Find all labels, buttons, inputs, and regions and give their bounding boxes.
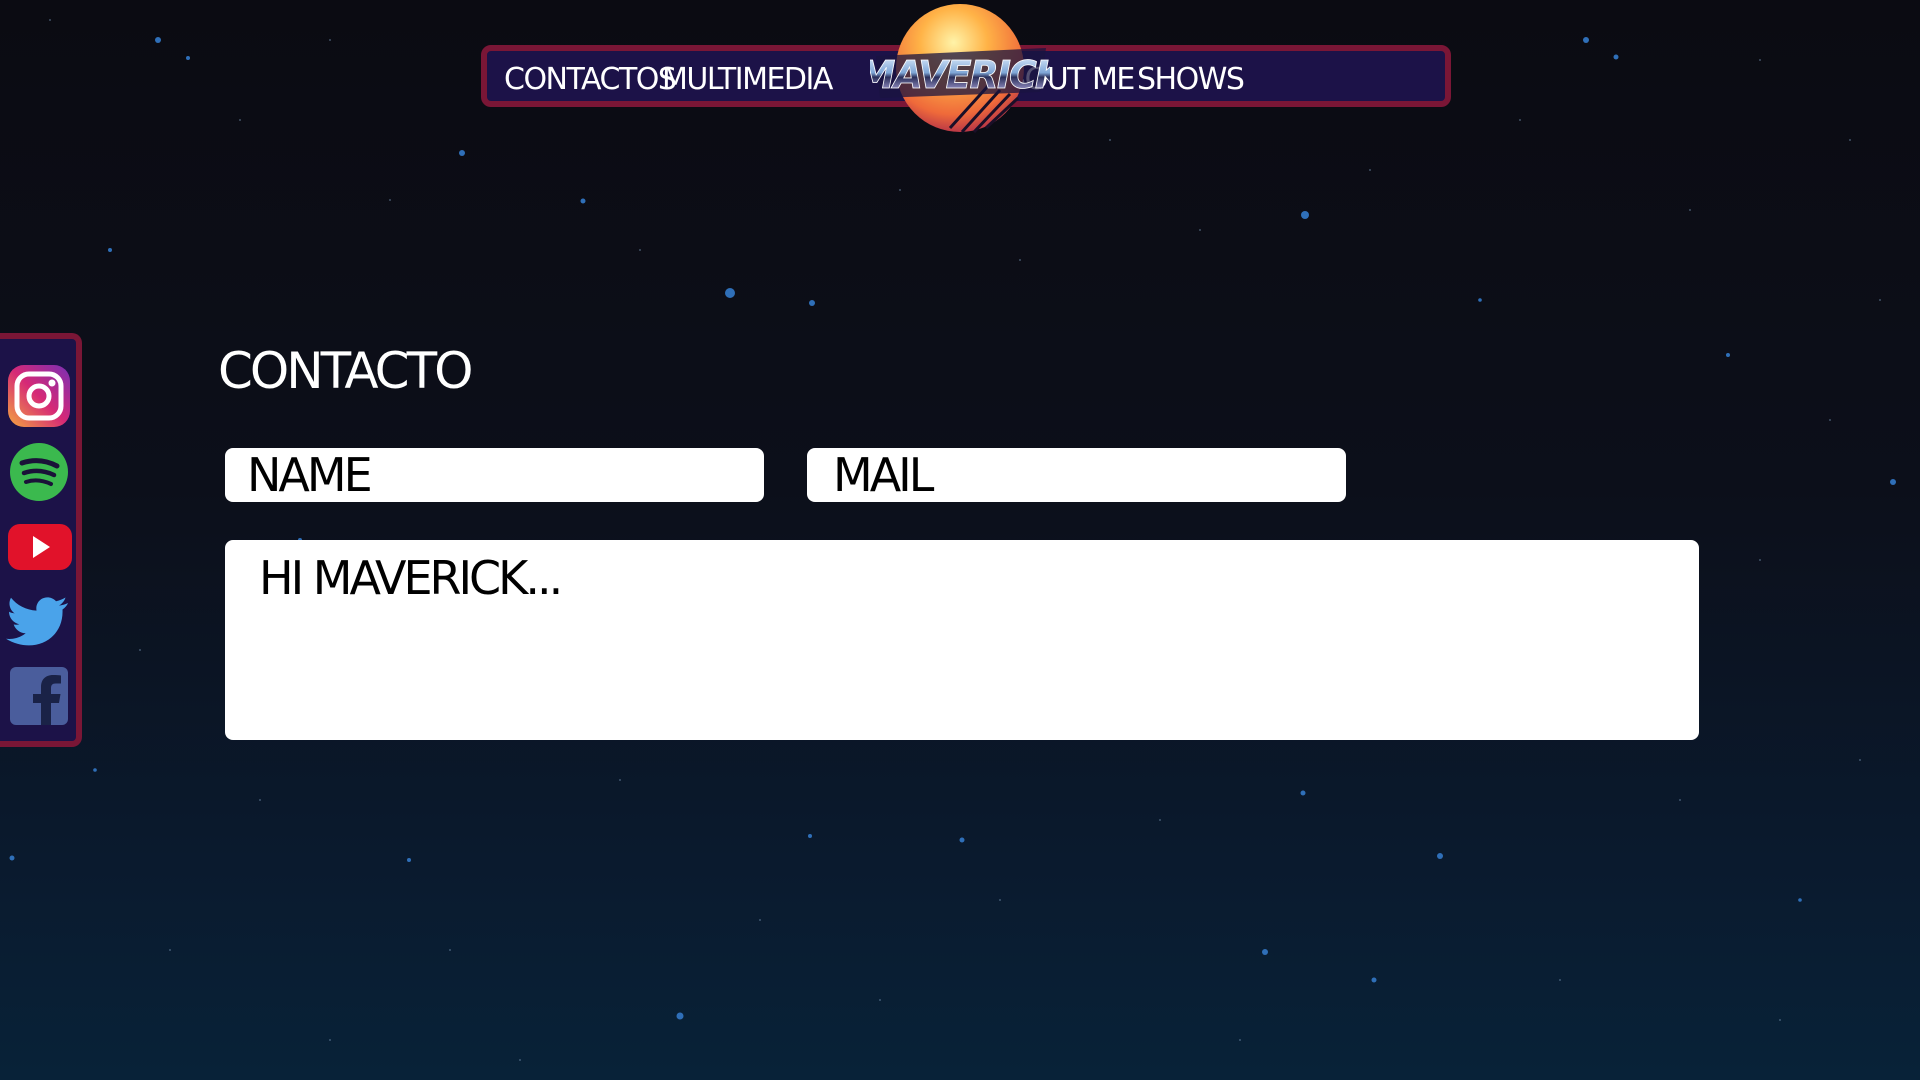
contact-title: CONTACTO — [218, 342, 473, 400]
facebook-icon[interactable] — [6, 663, 72, 729]
social-sidebar — [0, 333, 82, 747]
instagram-icon[interactable] — [6, 363, 72, 429]
mail-field[interactable] — [807, 448, 1346, 502]
nav-link-multimedia[interactable]: MULTIMEDIA — [662, 64, 833, 96]
name-field[interactable] — [225, 448, 764, 502]
spotify-icon[interactable] — [6, 439, 72, 505]
nav-link-contactos[interactable]: CONTACTOS — [504, 64, 677, 96]
nav-link-shows[interactable]: SHOWS — [1137, 64, 1245, 96]
twitter-icon[interactable] — [6, 589, 72, 655]
message-field[interactable] — [225, 540, 1699, 740]
youtube-icon[interactable] — [6, 514, 72, 580]
logo-wordmark: MAVERICK — [870, 53, 1050, 97]
maverick-logo[interactable]: MAVERICK — [870, 0, 1050, 140]
